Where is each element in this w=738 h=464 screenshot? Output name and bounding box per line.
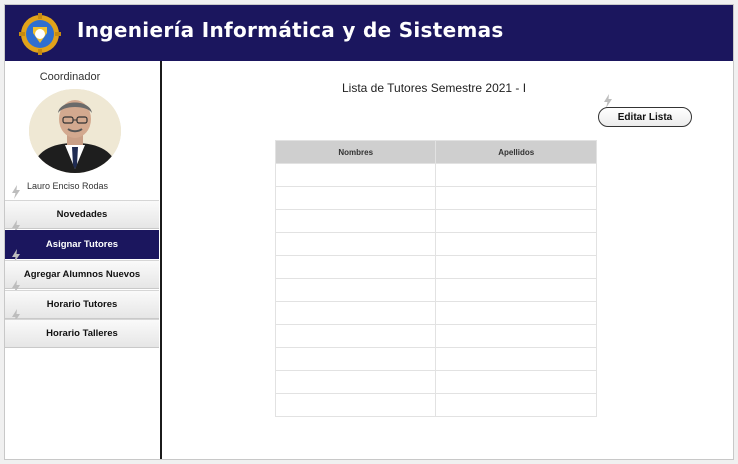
app-header: Ingeniería Informática y de Sistemas [5,5,733,61]
table-cell[interactable] [274,347,437,371]
lightning-icon [12,185,20,199]
edit-list-button[interactable]: Editar Lista [598,107,692,127]
table-row[interactable] [274,232,597,256]
table-row[interactable] [274,393,597,417]
table-cell[interactable] [274,255,437,279]
table-cell[interactable] [435,278,597,302]
table-header-row: Nombres Apellidos [274,140,597,164]
nav-item-agregar-alumnos[interactable]: Agregar Alumnos Nuevos [5,260,159,289]
user-name: Lauro Enciso Rodas [27,181,109,191]
table-row[interactable] [274,370,597,394]
table-cell[interactable] [435,209,597,233]
table-cell[interactable] [274,324,437,348]
page-title: Lista de Tutores Semestre 2021 - I [342,81,527,95]
table-cell[interactable] [435,301,597,325]
nav-item-novedades[interactable]: Novedades [5,200,159,229]
table-row[interactable] [274,209,597,233]
role-label: Coordinador [39,71,101,83]
table-cell[interactable] [435,393,597,417]
table-cell[interactable] [274,163,437,187]
table-row[interactable] [274,186,597,210]
university-gear-logo-icon [19,13,61,55]
column-header-apellidos: Apellidos [435,140,597,164]
table-cell[interactable] [435,347,597,371]
table-cell[interactable] [435,255,597,279]
lightning-icon [604,94,612,108]
table-cell[interactable] [435,186,597,210]
column-header-nombres: Nombres [274,140,437,164]
table-cell[interactable] [274,209,437,233]
main-content: Lista de Tutores Semestre 2021 - I Edita… [162,61,733,459]
table-cell[interactable] [274,370,437,394]
nav-item-asignar-tutores[interactable]: Asignar Tutores [5,230,159,259]
table-cell[interactable] [274,278,437,302]
tutors-table: Nombres Apellidos [274,140,597,417]
table-cell[interactable] [274,393,437,417]
app-title: Ingeniería Informática y de Sistemas [77,18,504,42]
table-cell[interactable] [435,163,597,187]
app-window: Ingeniería Informática y de Sistemas Coo… [4,4,734,460]
table-cell[interactable] [435,324,597,348]
table-cell[interactable] [274,232,437,256]
table-row[interactable] [274,163,597,187]
table-cell[interactable] [435,370,597,394]
avatar [29,89,121,173]
table-row[interactable] [274,255,597,279]
table-cell[interactable] [435,232,597,256]
nav-item-horario-talleres[interactable]: Horario Talleres [5,319,159,348]
sidebar: Coordinador Lauro Enciso Rodas Novedades… [5,61,162,459]
nav-item-horario-tutores[interactable]: Horario Tutores [5,290,159,319]
table-cell[interactable] [274,301,437,325]
table-row[interactable] [274,324,597,348]
table-cell[interactable] [274,186,437,210]
table-row[interactable] [274,301,597,325]
table-row[interactable] [274,278,597,302]
table-row[interactable] [274,347,597,371]
